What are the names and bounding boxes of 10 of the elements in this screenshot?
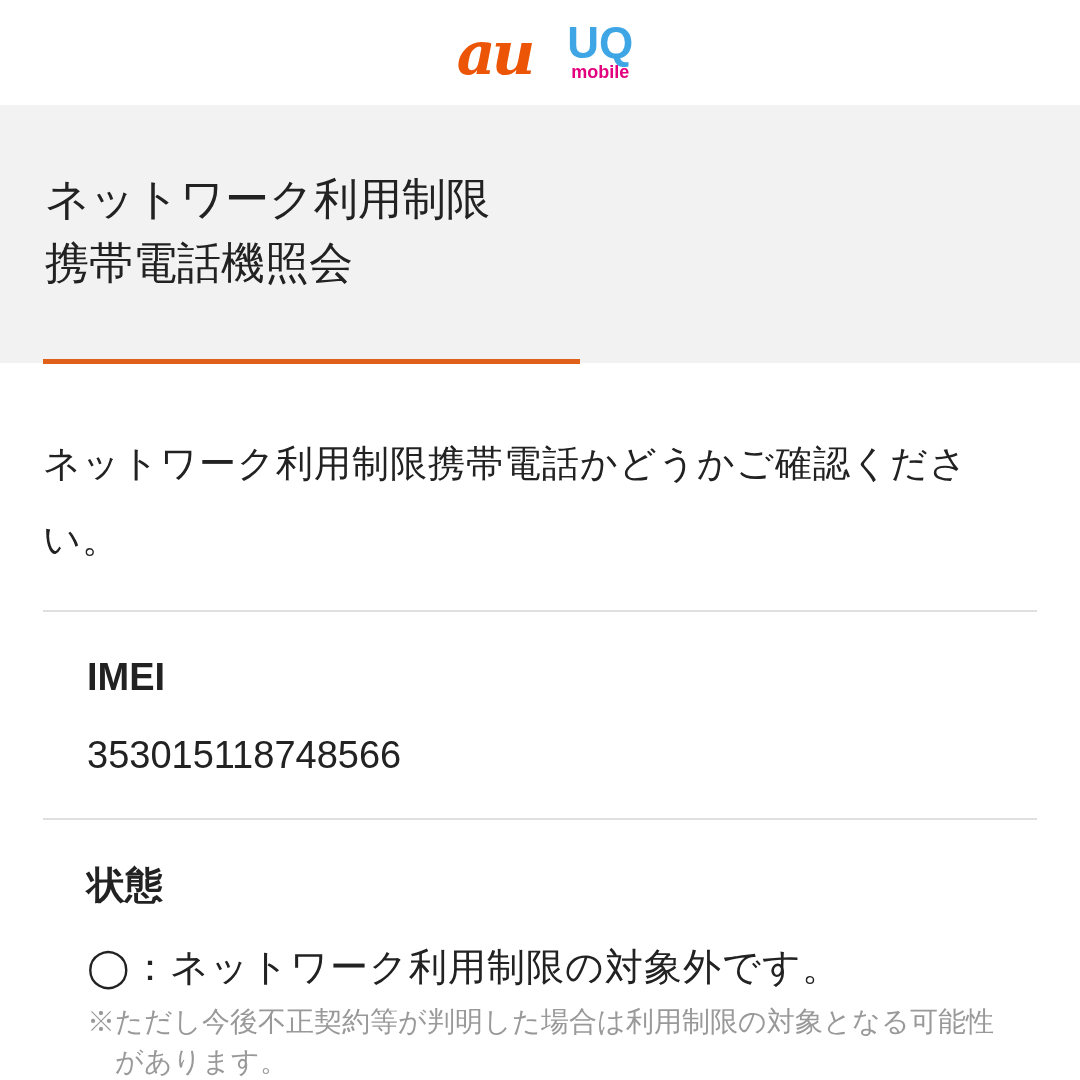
- au-logo: au: [456, 22, 532, 83]
- status-note: ※ただし今後不正契約等が判明した場合は利用制限の対象となる可能性があります。: [87, 1005, 995, 1079]
- page-title: ネットワーク利用制限: [45, 173, 491, 225]
- field-label: IMEI: [87, 655, 167, 700]
- page-title: 携帯電話機照会: [45, 237, 354, 289]
- description-text: ネットワーク利用制限携帯電話かどうかご確認ください。: [43, 442, 969, 562]
- uq-mobile-logo: UQ mobile: [567, 23, 634, 82]
- status-result: ◯：ネットワーク利用制限の対象外です。: [87, 945, 842, 992]
- status-label: 状態: [87, 863, 164, 908]
- field-value: 353015118748566: [87, 733, 403, 778]
